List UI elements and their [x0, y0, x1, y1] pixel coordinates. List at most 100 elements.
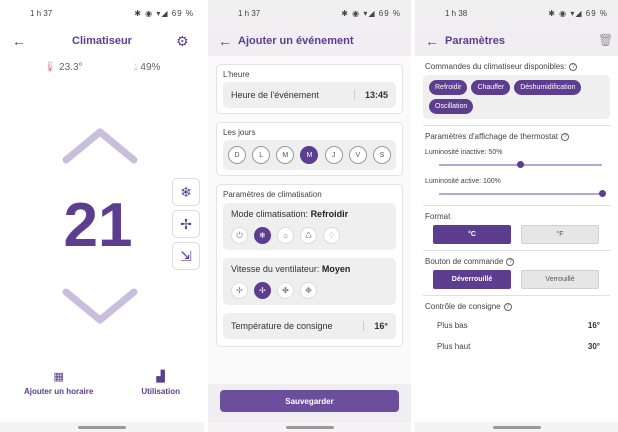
thermometer-icon: 🌡︎: [43, 62, 57, 73]
days-section-label: Les jours: [223, 128, 256, 137]
power-icon[interactable]: ⏻: [231, 227, 248, 244]
commands-heading-text: Commandes du climatiseur disponibles:: [425, 62, 567, 71]
home-indicator[interactable]: [78, 425, 126, 429]
inactive-brightness-label: Luminosité inactive: 50%: [425, 149, 503, 156]
nav-bar: [0, 422, 204, 432]
event-time-value: 13:45: [353, 90, 388, 100]
fan-high-icon[interactable]: ✤: [277, 282, 294, 299]
celsius-option[interactable]: °C: [433, 225, 511, 244]
lower-limit-value: 16°: [587, 321, 600, 330]
slider-track: [439, 193, 602, 195]
slider-thumb[interactable]: [517, 161, 524, 168]
fan-low-icon[interactable]: ✢: [231, 282, 248, 299]
slider-thumb[interactable]: [598, 190, 606, 197]
locked-option[interactable]: Verrouillé: [521, 270, 599, 289]
recycle-icon[interactable]: ♺: [300, 227, 317, 244]
command-chip[interactable]: Chauffer: [471, 80, 511, 95]
decrease-temp-chevron-icon[interactable]: [62, 286, 138, 326]
day-toggle[interactable]: M: [300, 146, 319, 164]
increase-temp-chevron-icon[interactable]: [62, 126, 138, 166]
format-toggle: °C °F: [433, 225, 610, 244]
back-arrow-icon[interactable]: ←: [425, 33, 445, 49]
day-toggle[interactable]: S: [372, 146, 391, 164]
nav-bar: [208, 422, 411, 432]
active-brightness-label: Luminosité active: 100%: [425, 178, 501, 185]
usage-button[interactable]: ▟ Utilisation: [141, 370, 180, 396]
day-toggle[interactable]: J: [324, 146, 343, 164]
usage-label: Utilisation: [141, 387, 180, 396]
setpoint-heading-text: Contrôle de consigne: [425, 302, 501, 311]
unlocked-option[interactable]: Déverrouillé: [433, 270, 511, 289]
fan-card: Vitesse du ventilateur: Moyen ✢ ✢ ✤ ✥: [223, 258, 396, 305]
sun-icon[interactable]: ☼: [277, 227, 294, 244]
app-bar: ← Climatiseur ⚙: [0, 26, 204, 56]
mode-options: ⏻ ❄ ☼ ♺ ♢: [231, 227, 388, 244]
setpoint-value: 16°: [363, 321, 388, 331]
time-section-label: L'heure: [223, 70, 250, 79]
add-schedule-label: Ajouter un horaire: [23, 387, 94, 396]
save-button[interactable]: Sauvegarder: [220, 390, 399, 412]
display-heading-text: Paramètres d'affichage de thermostat: [425, 132, 559, 141]
nav-bar: [415, 422, 618, 432]
divider: [423, 295, 610, 296]
help-icon[interactable]: ?: [506, 257, 515, 266]
days-card: Les jours DLMMJVS: [216, 122, 403, 176]
home-indicator[interactable]: [492, 425, 541, 429]
lower-limit-label: Plus bas: [437, 321, 468, 330]
help-icon[interactable]: ?: [503, 302, 512, 311]
fahrenheit-option[interactable]: °F: [521, 225, 599, 244]
gear-icon[interactable]: ⚙: [176, 34, 190, 48]
snowflake-icon[interactable]: ❄: [172, 178, 200, 206]
mode-label: Mode climatisation:: [231, 209, 309, 219]
upper-limit-row[interactable]: Plus haut 30°: [423, 336, 610, 357]
setpoint-heading: Contrôle de consigne ?: [425, 302, 610, 311]
current-temp-value: 23.3°: [59, 62, 83, 73]
active-brightness-slider[interactable]: [439, 189, 606, 199]
setpoint-label: Température de consigne: [231, 321, 333, 331]
command-chip[interactable]: Refroidir: [429, 80, 468, 95]
droplet-icon[interactable]: ♢: [323, 227, 340, 244]
day-toggle[interactable]: M: [276, 146, 295, 164]
home-indicator[interactable]: [285, 425, 334, 429]
help-icon[interactable]: ?: [561, 132, 570, 141]
fan-icon[interactable]: ✢: [172, 210, 200, 238]
settings-screen: 1 h 38 ✱ ◉ ▾◢ 69 % ← Paramètres 🗑︎ Comma…: [415, 0, 618, 432]
status-bar: 1 h 37 ✱ ◉ ▾◢ 69 %: [0, 0, 204, 26]
status-icons: ✱ ◉ ▾◢ 69 %: [134, 8, 194, 18]
fan-medium-icon[interactable]: ✢: [254, 282, 271, 299]
command-chip[interactable]: Oscillation: [429, 99, 474, 114]
snowflake-icon[interactable]: ❄: [254, 227, 271, 244]
back-arrow-icon[interactable]: ←: [12, 33, 32, 49]
inactive-brightness-slider[interactable]: [439, 160, 602, 170]
bottom-actions: ▦ Ajouter un horaire ▟ Utilisation: [0, 370, 204, 396]
setpoint-field[interactable]: Température de consigne 16°: [223, 313, 396, 339]
day-toggle[interactable]: L: [252, 146, 271, 164]
page-title: Ajouter un événement: [238, 35, 354, 47]
divider: [423, 250, 610, 251]
settings-content: Commandes du climatiseur disponibles: ? …: [415, 62, 618, 357]
fan-label: Vitesse du ventilateur:: [231, 264, 320, 274]
command-chip[interactable]: Déshumidification: [514, 80, 582, 95]
swing-icon[interactable]: ⇲: [172, 242, 200, 270]
app-bar: ← Ajouter un événement: [208, 26, 411, 56]
event-time-field[interactable]: Heure de l'événement 13:45: [223, 82, 396, 108]
upper-limit-label: Plus haut: [437, 342, 471, 351]
page-title: Paramètres: [445, 35, 505, 47]
button-heading: Bouton de commande ?: [425, 257, 610, 266]
fan-auto-icon[interactable]: ✥: [300, 282, 317, 299]
status-time: 1 h 37: [30, 8, 53, 18]
days-selector: DLMMJVS: [223, 140, 396, 170]
trash-icon[interactable]: 🗑︎: [598, 33, 613, 47]
add-schedule-button[interactable]: ▦ Ajouter un horaire: [24, 370, 93, 396]
back-arrow-icon[interactable]: ←: [218, 33, 238, 49]
button-heading-text: Bouton de commande: [425, 257, 504, 266]
day-toggle[interactable]: D: [228, 146, 246, 164]
day-toggle[interactable]: V: [348, 146, 367, 164]
lower-limit-row[interactable]: Plus bas 16°: [423, 315, 610, 336]
readings: 🌡︎ 23.3° 💧︎ 49%: [0, 62, 204, 73]
help-icon[interactable]: ?: [569, 62, 578, 71]
format-heading-text: Format: [425, 212, 451, 221]
time-card: L'heure Heure de l'événement 13:45: [216, 64, 403, 114]
upper-limit-value: 30°: [587, 342, 600, 351]
add-event-screen: 1 h 37 ✱ ◉ ▾◢ 69 % ← Ajouter un événemen…: [208, 0, 411, 432]
